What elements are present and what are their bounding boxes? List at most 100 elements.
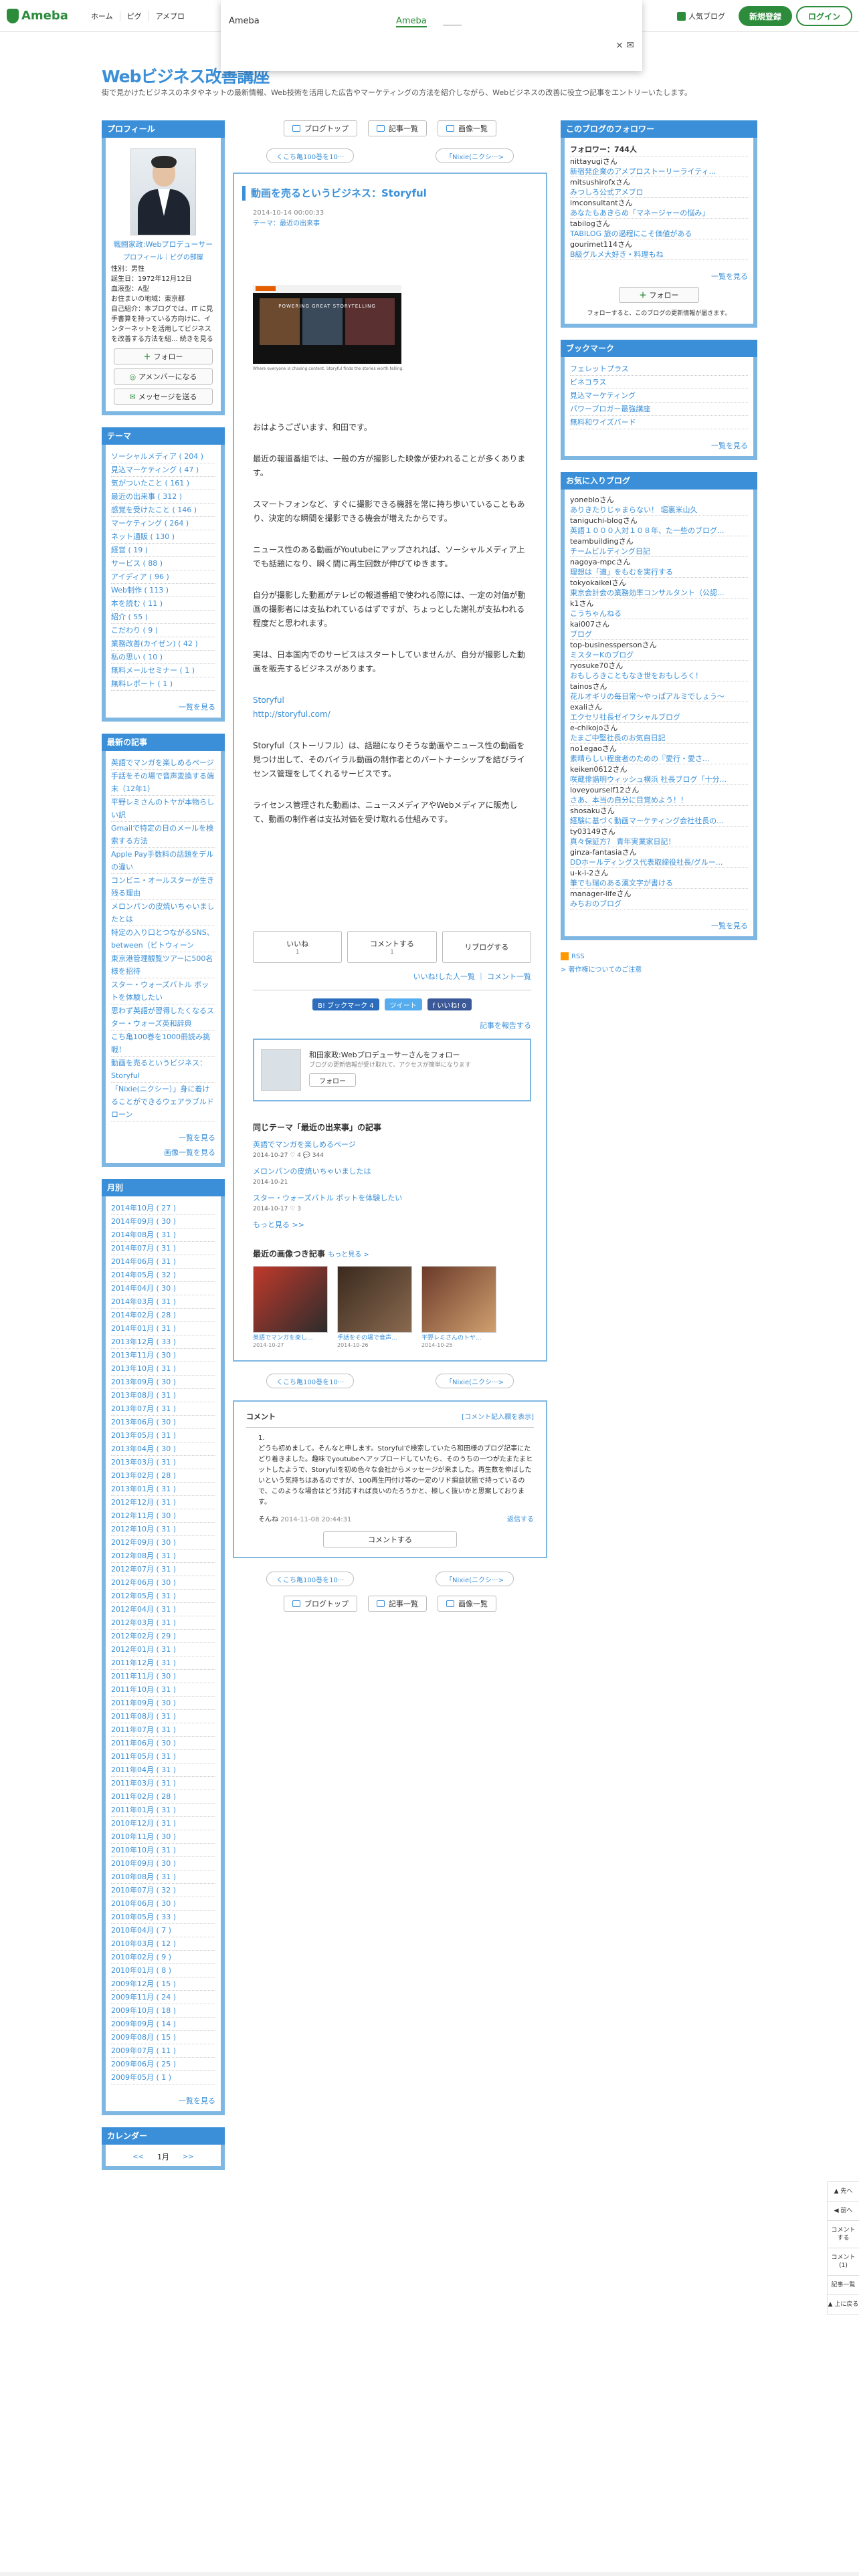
recent-article-item[interactable]: Apple Pay手数料の話題をデルの違い <box>111 848 215 874</box>
theme-item[interactable]: 本を読む ( 11 ) <box>111 597 215 611</box>
related-item-title[interactable]: メロンパンの皮焼いちゃいましたは <box>253 1166 531 1177</box>
month-archive-item[interactable]: 2009年10月 ( 18 ) <box>111 2004 215 2018</box>
month-archive-item[interactable]: 2010年07月 ( 32 ) <box>111 1884 215 1897</box>
favorite-blog-item-blog[interactable]: チームビルディング日記 <box>570 546 748 556</box>
favorite-blog-item-user[interactable]: ty03149さん <box>570 827 748 837</box>
tweet-button[interactable]: ツイート <box>384 998 422 1010</box>
month-archive-item[interactable]: 2014年06月 ( 31 ) <box>111 1255 215 1269</box>
top-nav-pigg[interactable]: ピグ <box>119 10 149 21</box>
month-archive-item[interactable]: 2013年04月 ( 30 ) <box>111 1442 215 1456</box>
recent-more-link[interactable]: 一覧を見る <box>106 1132 221 1143</box>
month-archive-item[interactable]: 2010年05月 ( 33 ) <box>111 1911 215 1924</box>
favorite-blog-item-user[interactable]: e-chikojoさん <box>570 723 748 733</box>
favorite-blog-item-user[interactable]: tainosさん <box>570 681 748 691</box>
favorite-blog-item-blog[interactable]: 英語１０００人対１０８年、た一些のブログ... <box>570 526 748 536</box>
month-archive-item[interactable]: 2012年01月 ( 31 ) <box>111 1643 215 1656</box>
next-article-link[interactable]: 「Nixie(ニクシ···> <box>436 1572 514 1586</box>
signup-button[interactable]: 新規登録 <box>738 6 792 26</box>
follower-item-user[interactable]: mitsushirofxさん <box>570 177 748 187</box>
theme-item[interactable]: 最近の出来事 ( 312 ) <box>111 490 215 504</box>
next-article-link[interactable]: 「Nixie(ニクシ···> <box>436 1374 514 1388</box>
bookmark-item[interactable]: ビネコラス <box>570 376 748 389</box>
month-archive-item[interactable]: 2009年11月 ( 24 ) <box>111 1991 215 2004</box>
month-archive-item[interactable]: 2011年04月 ( 31 ) <box>111 1763 215 1777</box>
follower-item-user[interactable]: imconsultantさん <box>570 198 748 208</box>
recent-article-item[interactable]: 思わず英語が習得したくなるスター・ウォーズ英和辞典 <box>111 1004 215 1031</box>
favorite-blog-item-blog[interactable]: 東京会計会の業務効率コンサルタント（公認... <box>570 588 748 598</box>
calendar-prev[interactable]: << <box>132 2153 144 2161</box>
profile-avatar[interactable] <box>130 148 196 235</box>
follow-card-button[interactable]: フォロー <box>309 1073 356 1087</box>
prev-article-link[interactable]: くこち亀100巻を10··· <box>266 148 355 163</box>
recent-article-item[interactable]: 手話をその場で音声変換する端末（12年1） <box>111 770 215 796</box>
follower-item-user[interactable]: gourimet114さん <box>570 239 748 249</box>
follower-item-user[interactable]: nittayugiさん <box>570 156 748 167</box>
favorite-blog-item-user[interactable]: keiken0612さん <box>570 764 748 774</box>
comment-count-tool[interactable]: コメント (1) <box>828 2248 859 2276</box>
recent-article-item[interactable]: メロンパンの皮焼いちゃいましたとは <box>111 900 215 926</box>
favorite-blog-item-blog[interactable]: 筆でも瑞のある漢文字が書ける <box>570 878 748 888</box>
ameba-logo[interactable]: Ameba <box>7 8 68 23</box>
profile-name[interactable]: 戦闘家政:Webプロデューサー <box>111 239 215 250</box>
month-archive-item[interactable]: 2013年11月 ( 30 ) <box>111 1349 215 1362</box>
article-list-button[interactable]: 記事一覧 <box>368 1596 427 1612</box>
month-archive-item[interactable]: 2010年12月 ( 31 ) <box>111 1817 215 1830</box>
month-archive-item[interactable]: 2012年12月 ( 31 ) <box>111 1496 215 1509</box>
favorite-blog-item-blog[interactable]: ミスターKのブログ <box>570 650 748 660</box>
bookmark-item[interactable]: フェレットプラス <box>570 362 748 376</box>
month-archive-item[interactable]: 2014年09月 ( 30 ) <box>111 1215 215 1228</box>
month-archive-item[interactable]: 2012年02月 ( 29 ) <box>111 1630 215 1643</box>
month-archive-item[interactable]: 2014年03月 ( 31 ) <box>111 1295 215 1309</box>
favorite-blog-item-user[interactable]: nagoya-mpcさん <box>570 557 748 567</box>
favorite-blog-item-user[interactable]: tokyokaikeiさん <box>570 578 748 588</box>
month-archive-item[interactable]: 2009年09月 ( 14 ) <box>111 2018 215 2031</box>
blog-top-button[interactable]: ブログトップ <box>284 120 357 136</box>
theme-item[interactable]: 無料メールセミナー ( 1 ) <box>111 664 215 677</box>
month-archive-item[interactable]: 2013年12月 ( 33 ) <box>111 1335 215 1349</box>
month-archive-item[interactable]: 2013年10月 ( 31 ) <box>111 1362 215 1376</box>
reaction-sublinks[interactable]: いいね!した人一覧 ｜ コメント一覧 <box>253 971 531 990</box>
theme-more-link[interactable]: 一覧を見る <box>106 702 221 718</box>
favorite-blog-item-blog[interactable]: ありきたりじゃまらない！ 堀裏米山久 <box>570 505 748 515</box>
facebook-like-button[interactable]: f いいね! 0 <box>427 998 472 1010</box>
write-comment-button[interactable]: コメントする <box>323 1531 457 1547</box>
image-article-item[interactable]: 手話をその場で音声... 2014-10-26 <box>337 1266 412 1348</box>
month-archive-item[interactable]: 2014年10月 ( 27 ) <box>111 1202 215 1215</box>
recent-article-item[interactable]: こち亀100巻を1000冊読み挑戦！ <box>111 1031 215 1057</box>
reblog-button[interactable]: リブログする <box>442 931 531 963</box>
month-archive-item[interactable]: 2012年07月 ( 31 ) <box>111 1563 215 1576</box>
article-list-tool[interactable]: 記事一覧 <box>828 2276 859 2295</box>
article-list-button[interactable]: 記事一覧 <box>368 120 427 136</box>
month-archive-item[interactable]: 2013年05月 ( 31 ) <box>111 1429 215 1442</box>
month-archive-item[interactable]: 2011年08月 ( 31 ) <box>111 1710 215 1723</box>
theme-item[interactable]: 無料レポート ( 1 ) <box>111 677 215 691</box>
popup-link[interactable]: Ameba <box>396 16 427 27</box>
popular-blog-link[interactable]: 人気ブログ <box>676 11 725 21</box>
favorite-blog-item-user[interactable]: top-businesspersonさん <box>570 640 748 650</box>
favorite-blog-item-blog[interactable]: 咲蔵俳諧明ウィッシュ横浜 社長ブログ「十分... <box>570 774 748 784</box>
month-archive-item[interactable]: 2010年01月 ( 8 ) <box>111 1964 215 1977</box>
month-archive-item[interactable]: 2013年07月 ( 31 ) <box>111 1402 215 1416</box>
theme-item[interactable]: Web制作 ( 113 ) <box>111 584 215 597</box>
month-archive-item[interactable]: 2012年08月 ( 31 ) <box>111 1549 215 1563</box>
month-archive-item[interactable]: 2009年07月 ( 11 ) <box>111 2044 215 2058</box>
month-archive-item[interactable]: 2011年01月 ( 31 ) <box>111 1804 215 1817</box>
favorite-blog-item-blog[interactable]: エクセリ社長ゼイフシャルブログ <box>570 712 748 722</box>
month-archive-item[interactable]: 2010年09月 ( 30 ) <box>111 1857 215 1870</box>
favorite-blog-item-blog[interactable]: 素晴らしい程度者のための『愛行・愛さ... <box>570 754 748 764</box>
theme-item[interactable]: 感覚を受けたこと ( 146 ) <box>111 504 215 517</box>
favorite-blog-item-blog[interactable]: たまご中堅社長のお気自日記 <box>570 733 748 743</box>
month-archive-item[interactable]: 2011年07月 ( 31 ) <box>111 1723 215 1737</box>
favorite-blog-item-user[interactable]: manager-lifeさん <box>570 889 748 899</box>
month-archive-item[interactable]: 2014年08月 ( 31 ) <box>111 1228 215 1242</box>
related-item-title[interactable]: スター・ウォーズバトル ボットを体験したい <box>253 1193 531 1204</box>
image-list-button[interactable]: 画像一覧 <box>438 1596 496 1612</box>
favorite-blog-item-blog[interactable]: みちおのブログ <box>570 899 748 909</box>
comment-button[interactable]: コメントする 1 <box>347 931 437 963</box>
month-archive-item[interactable]: 2013年09月 ( 30 ) <box>111 1376 215 1389</box>
follower-item-blog[interactable]: あなたもあきらめ「マネージャーの悩み」 <box>570 208 748 218</box>
theme-item[interactable]: ソーシャルメディア ( 204 ) <box>111 450 215 463</box>
favorites-more-link[interactable]: 一覧を見る <box>565 920 753 936</box>
article-thumbnail[interactable]: POWERING GREAT STORYTELLING <box>253 285 401 364</box>
login-button[interactable]: ログイン <box>795 6 852 26</box>
